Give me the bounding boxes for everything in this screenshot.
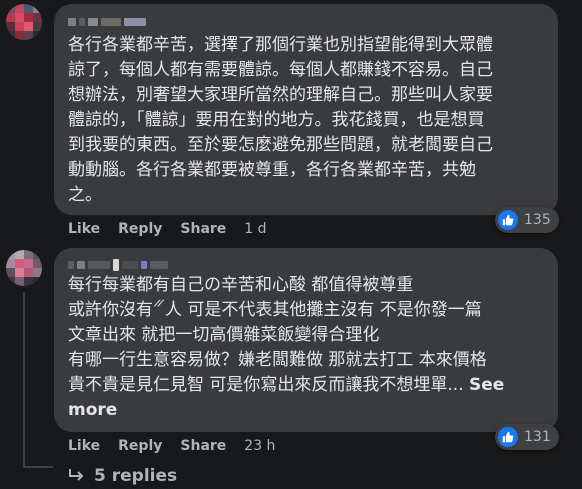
reply-arrow-icon <box>68 469 86 483</box>
reaction-summary[interactable]: 135 <box>495 207 559 233</box>
author-name-redacted[interactable] <box>68 16 146 28</box>
view-replies-link[interactable]: 5 replies <box>68 466 177 486</box>
replies-count-label: 5 replies <box>94 466 178 486</box>
thread-line <box>23 466 53 468</box>
like-button[interactable]: Like <box>68 221 100 237</box>
avatar[interactable] <box>6 250 42 286</box>
avatar[interactable] <box>6 4 42 40</box>
reaction-count: 131 <box>524 429 551 445</box>
thumbs-up-icon <box>498 427 518 447</box>
like-button[interactable]: Like <box>68 438 100 454</box>
share-button[interactable]: Share <box>180 221 226 237</box>
comment-bubble: 每行每業都有自己の辛苦和心酸 都值得被尊重 或許你沒有𝄓人 可是不代表其他攤主沒… <box>54 248 558 432</box>
reply-button[interactable]: Reply <box>118 438 162 454</box>
timestamp[interactable]: 23 h <box>244 438 275 454</box>
comment-actions: Like Reply Share 1 d <box>68 221 267 237</box>
reply-button[interactable]: Reply <box>118 221 162 237</box>
comment-text: 各行各業都辛苦，選擇了那個行業也別指望能得到大眾體 諒了，每個人都有需要體諒。每… <box>68 35 493 205</box>
reaction-summary[interactable]: 131 <box>495 424 559 450</box>
comment-actions: Like Reply Share 23 h <box>68 438 275 454</box>
thread-line <box>23 292 25 468</box>
timestamp[interactable]: 1 d <box>244 221 266 237</box>
comment-text: 每行每業都有自己の辛苦和心酸 都值得被尊重 或許你沒有𝄓人 可是不代表其他攤主沒… <box>68 275 505 420</box>
share-button[interactable]: Share <box>180 438 226 454</box>
author-name-redacted[interactable] <box>68 259 168 271</box>
thumbs-up-icon <box>498 210 518 230</box>
comment-bubble: 各行各業都辛苦，選擇了那個行業也別指望能得到大眾體 諒了，每個人都有需要體諒。每… <box>54 4 558 215</box>
reaction-count: 135 <box>524 212 551 228</box>
